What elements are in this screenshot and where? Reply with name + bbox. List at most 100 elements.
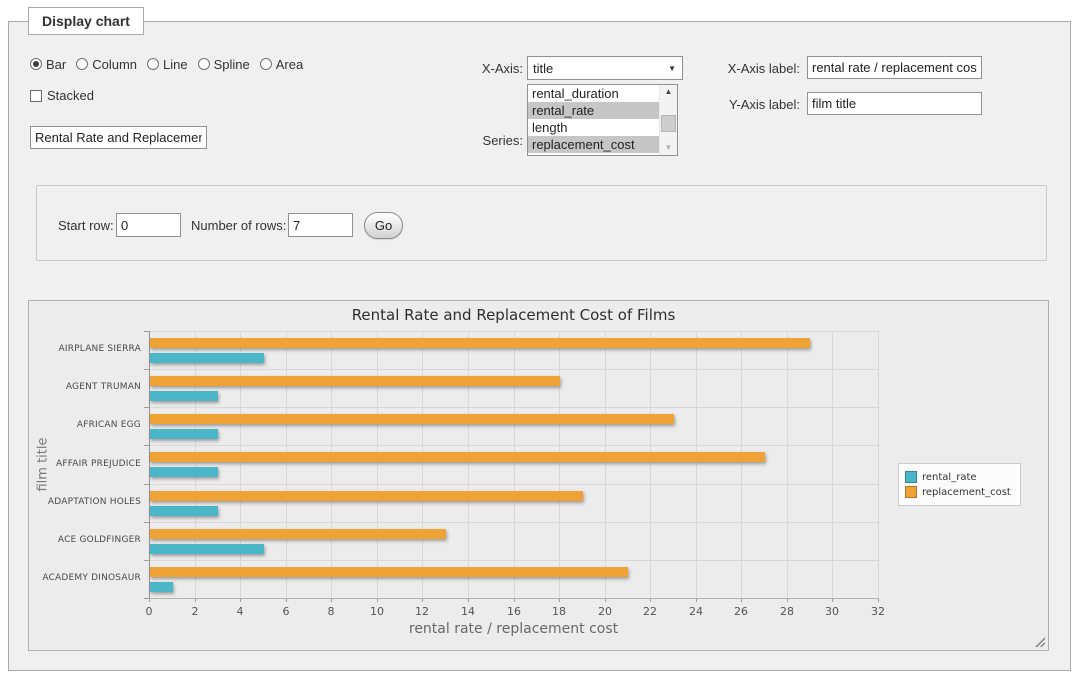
legend-swatch [905,471,917,483]
bar-replacement_cost [150,567,628,577]
x-tick-label: 14 [453,605,483,618]
x-axis-select[interactable]: title ▼ [527,56,683,80]
bar-rental_rate [150,467,218,477]
x-gridline [832,331,833,598]
x-axis-field-label: X-Axis: [423,61,523,76]
x-gridline [240,331,241,598]
legend-swatch [905,486,917,498]
chevron-down-icon: ▼ [668,64,676,73]
series-listbox[interactable]: rental_durationrental_ratelengthreplacem… [527,84,678,156]
page: Display chart Bar Column Line Spline Area St… [0,0,1081,681]
chart-type-radio-bar[interactable]: Bar [30,57,66,72]
chart-type-radio-column[interactable]: Column [76,57,137,72]
radio-icon[interactable] [260,58,272,70]
x-tick-label: 2 [180,605,210,618]
start-row-label: Start row: [58,218,114,233]
radio-icon[interactable] [76,58,88,70]
fieldset-legend: Display chart [28,7,144,35]
x-tick-label: 22 [635,605,665,618]
radio-label: Spline [214,57,250,72]
start-row-input[interactable] [116,213,181,237]
y-gridline [149,407,878,408]
bar-replacement_cost [150,491,583,501]
stacked-label: Stacked [47,88,94,103]
category-label: AFRICAN EGG [0,420,141,430]
checkbox-icon[interactable] [30,90,42,102]
x-axis-title: rental rate / replacement cost [149,621,878,637]
radio-icon[interactable] [147,58,159,70]
x-gridline [514,331,515,598]
x-tick-label: 18 [544,605,574,618]
bar-rental_rate [150,429,218,439]
x-tick-label: 8 [316,605,346,618]
x-gridline [195,331,196,598]
chart-title-input[interactable] [30,126,207,149]
y-gridline [149,484,878,485]
fieldset-legend-text: Display chart [42,13,130,29]
scroll-down-icon[interactable]: ▼ [660,141,677,155]
y-gridline [149,522,878,523]
x-axis-label-input[interactable] [807,56,982,79]
num-rows-label: Number of rows: [191,218,286,233]
x-axis-label-field-label: X-Axis label: [698,61,800,76]
chart-type-radio-spline[interactable]: Spline [198,57,250,72]
series-option-length[interactable]: length [528,119,660,136]
x-gridline [741,331,742,598]
x-tick-label: 26 [726,605,756,618]
x-axis-select-value: title [533,61,553,76]
x-gridline [422,331,423,598]
category-label: AIRPLANE SIERRA [0,344,141,354]
chart-type-radio-area[interactable]: Area [260,57,303,72]
category-label: ACE GOLDFINGER [0,535,141,545]
series-option-rental_duration[interactable]: rental_duration [528,85,660,102]
x-tick-label: 12 [407,605,437,618]
stacked-checkbox-row[interactable]: Stacked [30,88,94,103]
y-gridline [149,445,878,446]
category-label: ACADEMY DINOSAUR [0,573,141,583]
scroll-up-icon[interactable]: ▲ [660,85,677,99]
x-gridline [468,331,469,598]
y-gridline [149,331,878,332]
chart-title: Rental Rate and Replacement Cost of Film… [149,306,878,324]
radio-label: Line [163,57,188,72]
x-tick-label: 30 [817,605,847,618]
chart-type-radio-line[interactable]: Line [147,57,188,72]
legend-item-replacement_cost[interactable]: replacement_cost [905,486,1011,498]
y-gridline [149,369,878,370]
chart-panel: 02468101214161820222426283032AIRPLANE SI… [28,300,1049,651]
x-tick-label: 16 [499,605,529,618]
y-axis-label-input[interactable] [807,92,982,115]
x-axis-line [149,598,879,599]
legend-item-rental_rate[interactable]: rental_rate [905,471,1011,483]
x-tick-label: 0 [134,605,164,618]
x-gridline [559,331,560,598]
radio-label: Column [92,57,137,72]
y-axis-title: film title [36,394,51,534]
go-button[interactable]: Go [364,212,403,239]
scrollbar-thumb[interactable] [661,115,676,132]
x-gridline [650,331,651,598]
num-rows-input[interactable] [288,213,353,237]
y-gridline [149,560,878,561]
x-gridline [878,331,879,598]
x-gridline [377,331,378,598]
x-tick-label: 10 [362,605,392,618]
legend-label: replacement_cost [922,487,1011,498]
series-field-label: Series: [423,133,523,148]
chart-legend: rental_rate replacement_cost [898,463,1021,506]
x-gridline [787,331,788,598]
x-gridline [696,331,697,598]
bar-rental_rate [150,391,218,401]
x-tick-label: 28 [772,605,802,618]
radio-label: Bar [46,57,66,72]
x-tick-label: 20 [590,605,620,618]
radio-icon[interactable] [198,58,210,70]
bar-replacement_cost [150,338,810,348]
listbox-scrollbar[interactable]: ▲ ▼ [659,85,677,155]
series-option-rental_rate[interactable]: rental_rate [528,102,660,119]
radio-label: Area [276,57,303,72]
chart-type-radio-group: Bar Column Line Spline Area [30,56,313,72]
radio-icon[interactable] [30,58,42,70]
row-range-panel: Start row: Number of rows: Go [36,185,1047,261]
series-option-replacement_cost[interactable]: replacement_cost [528,136,660,153]
